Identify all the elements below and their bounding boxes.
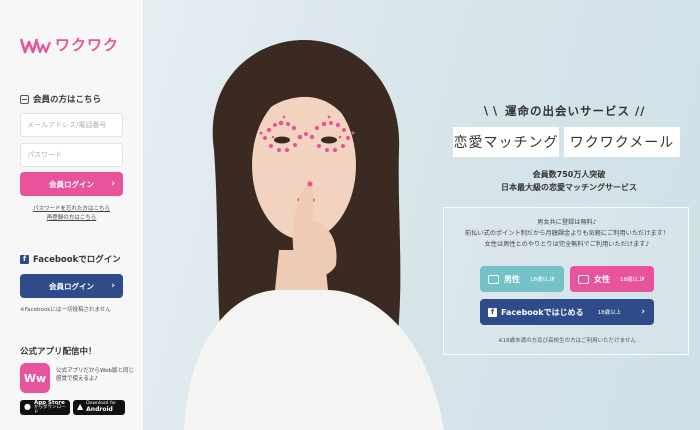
app-store-button[interactable]: ● App Store からダウンロード xyxy=(20,400,70,415)
calendar-icon xyxy=(488,274,499,284)
chevron-right-icon: › xyxy=(551,274,555,284)
hero-subtitle: 会員数750万人突破 日本最大級の恋愛マッチングサービス xyxy=(474,169,664,195)
headline-left: 恋愛マッチング xyxy=(453,127,559,157)
sidebar: ワクワク 会員の方はこちら 会員ログイン › パスワードを忘れた方はこちら 再登… xyxy=(0,0,144,430)
female-signup-button[interactable]: 女性 18歳以上 › xyxy=(570,266,654,292)
female-age: 18歳以上 xyxy=(620,277,644,283)
male-age: 18歳以上 xyxy=(530,277,554,283)
android-button[interactable]: ▲ Download for Android xyxy=(73,400,125,415)
tagline-text: 運命の出会いサービス xyxy=(505,104,631,118)
chevron-right-icon: › xyxy=(641,307,645,317)
panel-line1: 男女共に登録は無料♪ xyxy=(537,219,597,226)
male-signup-button[interactable]: 男性 18歳以上 › xyxy=(480,266,564,292)
facebook-login-button[interactable]: 会員ログイン › xyxy=(20,274,123,298)
reregister-link[interactable]: 再登録の方はこちら xyxy=(20,213,123,221)
minus-icon xyxy=(20,94,29,104)
forgot-password-link[interactable]: パスワードを忘れた方はこちら xyxy=(20,204,123,212)
panel-text: 男女共に登録は無料♪ 前払い式のポイント制だから月額課金よりも気軽にご利用いただ… xyxy=(444,218,690,251)
android-line2: Android xyxy=(86,405,113,413)
member-title-text: 会員の方はこちら xyxy=(33,95,102,105)
chevron-right-icon: › xyxy=(111,179,115,189)
logo-text: ワクワク xyxy=(55,36,120,54)
facebook-start-age: 18歳以上 xyxy=(597,310,622,316)
login-button[interactable]: 会員ログイン › xyxy=(20,172,123,196)
tagline: ∖∖ 運命の出会いサービス // xyxy=(482,103,645,119)
chevron-right-icon: › xyxy=(641,274,645,284)
facebook-note: ※Facebookには一切投稿されません xyxy=(20,307,111,313)
password-field[interactable] xyxy=(20,143,123,167)
logo-mark-icon xyxy=(20,38,52,53)
service-description: 日本最大級の恋愛マッチングサービス xyxy=(501,182,637,192)
card-icon xyxy=(578,274,589,284)
member-count: 会員数750万人突破 xyxy=(532,170,606,179)
slash-icon: // xyxy=(635,104,646,118)
facebook-icon: f xyxy=(488,307,497,317)
logo[interactable]: ワクワク xyxy=(20,34,119,55)
panel-line2: 前払い式のポイント制だから月額課金よりも気軽にご利用いただけます！ xyxy=(465,229,669,237)
underage-note: ※18歳未満の方及び高校生の方はご利用いただけません xyxy=(498,338,636,344)
android-icon: ▲ xyxy=(77,402,84,412)
female-label: 女性 xyxy=(594,274,610,284)
headline-right: ワクワクメール xyxy=(564,127,680,157)
male-label: 男性 xyxy=(504,274,520,284)
member-section-title: 会員の方はこちら xyxy=(20,93,101,105)
app-section-title: 公式アプリ配信中！ xyxy=(20,347,97,357)
app-icon[interactable]: Ww xyxy=(20,363,50,393)
facebook-start-button[interactable]: f Facebookではじめる 18歳以上 › xyxy=(480,299,654,325)
facebook-start-label: Facebookではじめる xyxy=(501,307,584,317)
facebook-icon: f xyxy=(20,254,29,264)
panel-line3: 女性は男性とのやりとりは完全無料でご利用いただけます♪ xyxy=(484,240,650,248)
facebook-section-title: f Facebookでログイン xyxy=(20,253,121,265)
email-field[interactable] xyxy=(20,113,123,137)
chevron-right-icon: › xyxy=(111,281,115,291)
facebook-title-text: Facebookでログイン xyxy=(33,255,121,265)
facebook-login-label: 会員ログイン xyxy=(49,281,94,291)
app-description: 公式アプリだからWeb版と同じ感覚で使えるよ♪ xyxy=(56,368,134,382)
apple-icon: ● xyxy=(24,402,31,412)
appstore-line2: からダウンロード xyxy=(33,404,66,415)
hero: ∖∖ 運命の出会いサービス // 恋愛マッチング ワクワクメール 会員数750万… xyxy=(144,0,700,430)
signup-panel: 男女共に登録は無料♪ 前払い式のポイント制だから月額課金よりも気軽にご利用いただ… xyxy=(443,207,689,355)
slash-icon: ∖∖ xyxy=(482,104,501,118)
login-button-label: 会員ログイン xyxy=(49,179,94,189)
